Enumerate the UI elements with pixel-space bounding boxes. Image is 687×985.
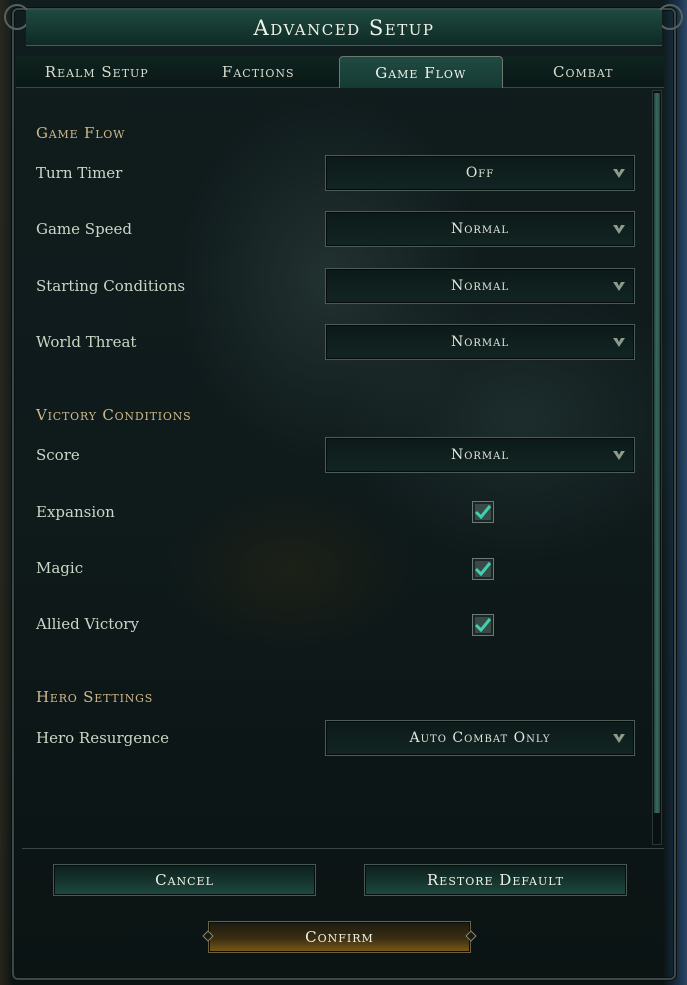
tab-factions[interactable]: Factions [177,56,339,88]
title-bar: Advanced Setup [26,10,662,46]
expansion-checkbox[interactable] [472,501,494,523]
score-value: Normal [450,447,510,463]
check-icon [474,562,492,577]
scrollbar[interactable] [652,90,662,845]
game-speed-value: Normal [450,221,510,237]
allied-victory-label: Allied Victory [36,615,139,633]
chevron-down-icon [613,451,625,460]
chevron-down-icon [613,282,625,291]
footer-divider [22,848,664,849]
chevron-down-icon [613,734,625,743]
starting-conditions-label: Starting Conditions [36,277,186,295]
hero-resurgence-value: Auto Combat Only [409,730,551,746]
world-threat-dropdown[interactable]: Normal [325,324,635,360]
chevron-down-icon [613,338,625,347]
check-icon [474,505,492,520]
game-speed-dropdown[interactable]: Normal [325,211,635,247]
game-speed-label: Game Speed [36,220,133,238]
world-threat-label: World Threat [36,333,137,351]
tab-bar: Realm Setup Factions Game Flow Combat [16,56,664,88]
hero-resurgence-dropdown[interactable]: Auto Combat Only [325,720,635,756]
tab-realm-setup[interactable]: Realm Setup [16,56,178,88]
world-threat-value: Normal [450,334,510,350]
magic-checkbox[interactable] [472,558,494,580]
tab-combat[interactable]: Combat [502,56,664,88]
hero-resurgence-label: Hero Resurgence [36,729,170,747]
expansion-label: Expansion [36,503,115,521]
score-dropdown[interactable]: Normal [325,437,635,473]
allied-victory-checkbox[interactable] [472,614,494,636]
magic-label: Magic [36,559,84,577]
check-icon [474,618,492,633]
chevron-down-icon [613,169,625,178]
cancel-button[interactable]: Cancel [53,864,316,896]
dialog-frame [12,8,676,980]
chevron-down-icon [613,225,625,234]
confirm-button-label: Confirm [305,928,374,946]
section-heading-victory-conditions: Victory Conditions [36,406,192,424]
tab-game-flow[interactable]: Game Flow [339,56,503,88]
starting-conditions-dropdown[interactable]: Normal [325,268,635,304]
turn-timer-value: Off [465,165,495,181]
section-heading-game-flow: Game Flow [36,124,126,142]
starting-conditions-value: Normal [450,278,510,294]
restore-default-button[interactable]: Restore Default [364,864,627,896]
confirm-button[interactable]: Confirm [208,921,471,953]
turn-timer-label: Turn Timer [36,164,123,182]
turn-timer-dropdown[interactable]: Off [325,155,635,191]
section-heading-hero-settings: Hero Settings [36,688,154,706]
score-label: Score [36,446,80,464]
dialog-title: Advanced Setup [253,15,435,40]
scrollbar-thumb[interactable] [654,93,660,813]
